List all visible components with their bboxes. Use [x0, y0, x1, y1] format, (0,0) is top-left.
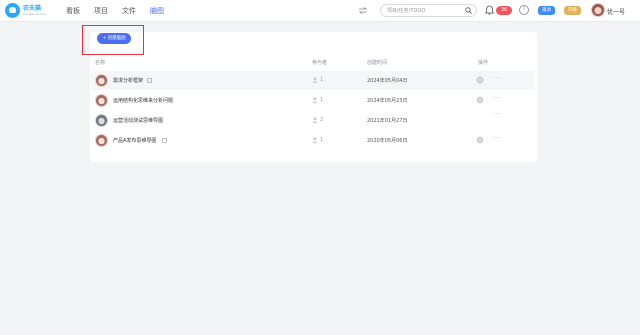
person-icon [312, 117, 318, 123]
mindmap-title[interactable]: 产品A发布思维导图 [113, 137, 156, 144]
owner-avatar [95, 94, 108, 107]
logo-title: 农夫猫 [23, 4, 42, 12]
member-count: 2 [320, 117, 324, 123]
user-name[interactable]: 优一号 [607, 7, 625, 16]
column-header-ops: 操作 [478, 60, 489, 66]
notification-count-badge: 36 [496, 6, 512, 15]
person-icon [312, 77, 318, 83]
gear-icon[interactable] [476, 136, 484, 144]
help-icon[interactable]: ? [519, 5, 529, 15]
more-options-icon[interactable]: ··· [493, 75, 502, 82]
mindmap-title[interactable]: 需求分析框架 [113, 77, 143, 84]
nav-item-files[interactable]: 文件 [122, 6, 136, 16]
more-options-icon[interactable]: ··· [493, 111, 502, 118]
create-mindmap-button[interactable]: + 创建脑图 [97, 33, 131, 44]
owner-avatar [95, 74, 108, 87]
invite-button[interactable]: 邀请 [538, 6, 555, 15]
upgrade-button[interactable]: 升级 [564, 6, 581, 15]
search-icon[interactable] [465, 7, 472, 14]
table-row[interactable]: 需求分析框架 1 2024年05月04日 ··· [91, 71, 534, 90]
more-options-icon[interactable]: ··· [493, 95, 502, 102]
created-date: 2024年05月23日 [367, 98, 408, 104]
gear-icon[interactable] [476, 76, 484, 84]
column-header-members: 参与者 [312, 60, 328, 66]
member-count: 1 [320, 77, 324, 83]
member-count: 1 [320, 97, 324, 103]
created-date: 2020年05月06日 [367, 138, 408, 144]
column-header-created: 创建时间 [367, 60, 388, 66]
logo-cat-icon [5, 3, 20, 18]
search-box [380, 4, 477, 17]
mindmap-title[interactable]: 运用结构化思维来分析问题 [113, 97, 173, 104]
search-input[interactable] [387, 6, 463, 16]
table-row[interactable]: 产品A发布思维导图 1 2020年05月06日 ··· [91, 131, 534, 150]
person-icon [312, 97, 318, 103]
nav-item-kanban[interactable]: 看板 [66, 6, 80, 16]
nav-item-projects[interactable]: 项目 [94, 6, 108, 16]
user-avatar[interactable] [591, 3, 605, 17]
owner-avatar [95, 134, 108, 147]
table-row[interactable]: 运营活动测试思维导图 2 2021年01月27日 ··· [91, 111, 534, 130]
table-row[interactable]: 运用结构化思维来分析问题 1 2024年05月23日 ··· [91, 91, 534, 110]
main-nav: 看板 项目 文件 脑图 [66, 0, 178, 22]
mindmap-title[interactable]: 运营活动测试思维导图 [113, 117, 163, 124]
logo-subtitle: minglance.com [23, 11, 46, 16]
created-date: 2021年01月27日 [367, 118, 408, 124]
app-logo[interactable]: 农夫猫 minglance.com [5, 3, 46, 18]
member-count: 1 [320, 137, 324, 143]
document-icon [147, 78, 152, 83]
person-icon [312, 137, 318, 143]
more-options-icon[interactable]: ··· [493, 135, 502, 142]
top-navigation-bar: 农夫猫 minglance.com 看板 项目 文件 脑图 36 ? 邀请 升级… [0, 0, 640, 22]
nav-item-mindmap[interactable]: 脑图 [150, 6, 164, 16]
document-icon [162, 138, 167, 143]
bell-icon[interactable] [485, 5, 494, 15]
gear-icon[interactable] [476, 96, 484, 104]
owner-avatar [95, 114, 108, 127]
column-header-name: 名称 [95, 60, 106, 66]
created-date: 2024年05月04日 [367, 78, 408, 84]
swap-icon[interactable] [359, 7, 367, 14]
